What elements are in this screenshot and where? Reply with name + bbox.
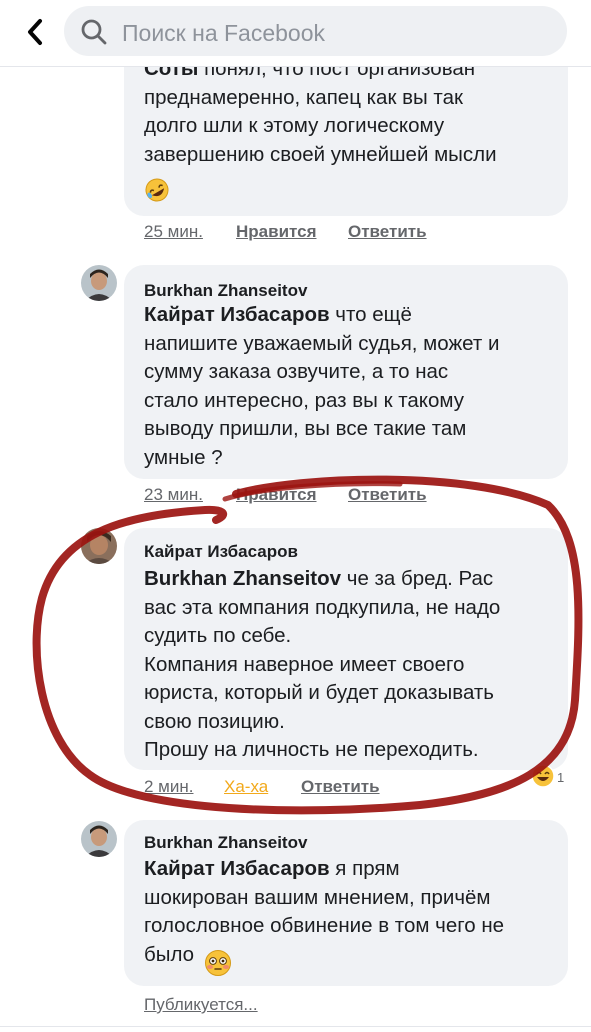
comment-text: Соты понял, что пост организован преднам…: [144, 57, 497, 166]
comment-author[interactable]: Burkhan Zhanseitov: [144, 833, 307, 853]
like-button[interactable]: Нравится: [236, 485, 317, 505]
comment-time[interactable]: 23 мин.: [144, 485, 203, 505]
comment-author[interactable]: Burkhan Zhanseitov: [144, 281, 307, 301]
avatar[interactable]: [81, 528, 117, 564]
mention-link[interactable]: Кайрат Избасаров: [144, 857, 330, 880]
search-placeholder: Поиск на Facebook: [122, 20, 326, 46]
reaction-count: 1: [557, 770, 565, 785]
avatar[interactable]: [81, 265, 117, 301]
comment-author[interactable]: Кайрат Избасаров: [144, 542, 298, 562]
flushed-emoji: [204, 949, 232, 982]
rofl-emoji: [144, 177, 170, 208]
laughing-emoji[interactable]: [531, 764, 555, 793]
mention-link[interactable]: Кайрат Избасаров: [144, 303, 330, 326]
reply-button[interactable]: Ответить: [301, 777, 380, 797]
comment-time[interactable]: 2 мин.: [144, 777, 193, 797]
search-icon: [81, 19, 107, 45]
divider: [0, 1026, 591, 1027]
comment-text: Кайрат Избасаров что ещё напишите уважае…: [144, 303, 500, 469]
reply-button[interactable]: Ответить: [348, 485, 427, 505]
posting-status: Публикуется...: [144, 995, 258, 1014]
comment-time[interactable]: 25 мин.: [144, 222, 203, 242]
reply-button[interactable]: Ответить: [348, 222, 427, 242]
comment-text: Burkhan Zhanseitov че за бред. Рас вас э…: [144, 567, 501, 761]
back-button[interactable]: [20, 17, 50, 47]
search-input[interactable]: Поиск на Facebook: [64, 6, 567, 56]
like-button[interactable]: Нравится: [236, 222, 317, 242]
mention-link[interactable]: Burkhan Zhanseitov: [144, 567, 341, 590]
chevron-left-icon: [28, 19, 42, 45]
avatar[interactable]: [81, 821, 117, 857]
top-bar: Поиск на Facebook: [0, 0, 591, 67]
haha-reaction-button[interactable]: Ха-ха: [224, 777, 268, 797]
